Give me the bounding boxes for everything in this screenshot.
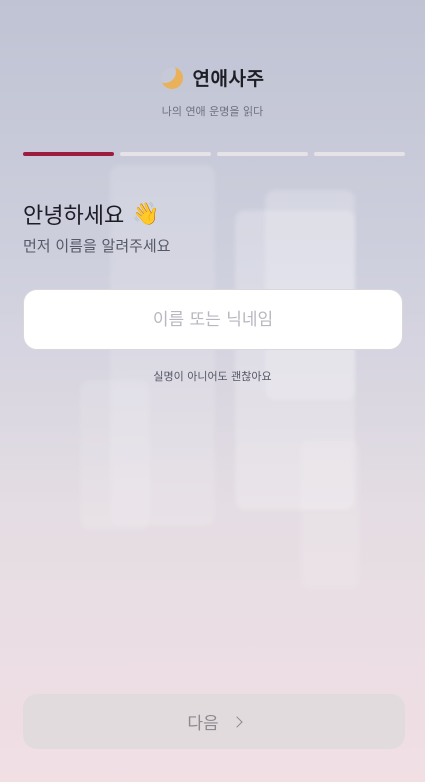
step-progress-bar: [23, 152, 405, 156]
app-subtitle: 나의 연애 운명을 읽다: [161, 105, 264, 118]
greeting-text: 안녕하세요: [23, 204, 125, 229]
waving-hand-icon: 👋: [132, 201, 160, 227]
crescent-moon-icon: [160, 66, 183, 89]
name-input[interactable]: [23, 289, 403, 350]
name-hint: 실명이 아니어도 괜찮아요: [153, 370, 272, 383]
progress-step-2: [120, 152, 211, 156]
next-button-label: 다음: [187, 714, 219, 734]
chevron-right-icon: [230, 716, 243, 728]
app-header: 연애사주 나의 연애 운명을 읽다: [0, 64, 425, 119]
progress-step-1: [23, 152, 114, 156]
greeting-heading: 안녕하세요 👋: [23, 198, 160, 230]
progress-step-3: [217, 152, 308, 156]
background-shape: [80, 380, 150, 530]
title-row: 연애사주: [0, 64, 425, 91]
progress-step-4: [314, 152, 405, 156]
app-title: 연애사주: [192, 68, 265, 90]
name-prompt: 먼저 이름을 알려주세요: [23, 237, 171, 255]
next-button[interactable]: 다음: [23, 694, 405, 749]
background-shape: [300, 440, 360, 590]
